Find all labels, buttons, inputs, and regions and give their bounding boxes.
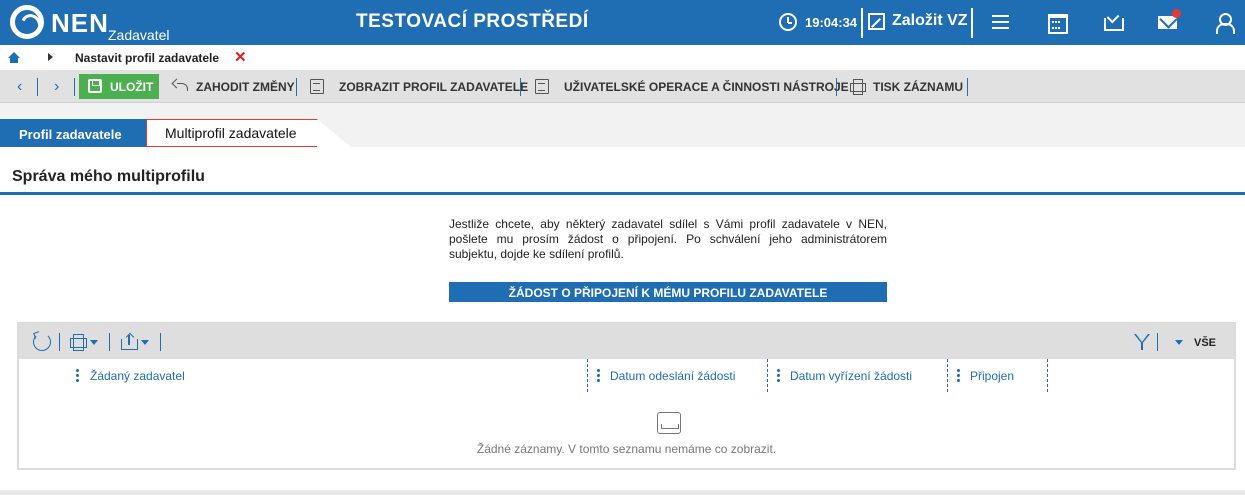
grid-toolbar-divider (160, 333, 161, 351)
toolbar-divider (520, 78, 521, 96)
empty-inbox-icon (657, 412, 681, 434)
clock-icon (779, 13, 797, 31)
home-icon[interactable] (8, 52, 20, 63)
title-divider (0, 192, 1245, 195)
toolbar-divider (74, 78, 75, 96)
save-button[interactable]: ULOŽIT (79, 74, 159, 99)
app-header: NEN Zadavatel TESTOVACÍ PROSTŘEDÍ 19:04:… (0, 0, 1245, 45)
discard-changes-button[interactable]: ZAHODIT ZMĚNY (196, 80, 295, 94)
column-header-connected[interactable]: Připojen (970, 369, 1014, 383)
request-connection-button[interactable]: ŽÁDOST O PŘIPOJENÍ K MÉMU PROFILU ZADAVA… (449, 282, 887, 302)
grid-toolbar-divider (1157, 333, 1158, 351)
multiprofile-panel: Správa mého multiprofilu Jestliže chcete… (0, 147, 1245, 490)
column-divider[interactable] (1047, 359, 1048, 392)
back-arrow-icon[interactable]: ‹ (17, 78, 22, 96)
column-header-requested-authority[interactable]: Žádaný zadavatel (90, 369, 185, 383)
user-icon[interactable] (1212, 10, 1236, 34)
page-title: Správa mého multiprofilu (12, 168, 205, 185)
grid-toolbar: VŠE (19, 324, 1234, 359)
tab-multiprofil-zadavatele[interactable]: Multiprofil zadavatele (146, 119, 318, 147)
grid-toolbar-divider (109, 333, 110, 351)
column-divider[interactable] (587, 359, 588, 392)
edit-icon (868, 13, 885, 30)
filter-all-label[interactable]: VŠE (1194, 337, 1216, 349)
document-icon (310, 79, 324, 94)
inbox-download-icon[interactable] (1100, 10, 1124, 34)
toolbar-divider (296, 78, 297, 96)
filter-dropdown-icon[interactable] (1175, 340, 1183, 345)
environment-title: TESTOVACÍ PROSTŘEDÍ (356, 11, 589, 32)
form-toolbar: ‹ › ULOŽIT ZAHODIT ZMĚNY ZOBRAZIT PROFIL… (0, 70, 1245, 103)
forward-arrow-icon[interactable]: › (54, 78, 59, 96)
toolbar-divider (836, 78, 837, 96)
export-dropdown-icon[interactable] (141, 340, 149, 345)
filter-icon-stem (1141, 343, 1143, 350)
brand-name[interactable]: NEN (51, 8, 109, 39)
menu-icon[interactable] (989, 10, 1013, 34)
toolbar-divider (37, 78, 38, 96)
user-operations-button[interactable]: UŽIVATELSKÉ OPERACE A ČINNOSTI NÁSTROJE (564, 80, 849, 94)
column-header-sent-date[interactable]: Datum odeslání žádosti (610, 369, 735, 383)
column-menu-icon[interactable] (597, 369, 600, 383)
brand-subtitle: Zadavatel (108, 27, 170, 43)
close-tab-icon[interactable]: ✕ (234, 48, 247, 66)
toolbar-divider (967, 78, 968, 96)
calendar-icon[interactable] (1044, 10, 1068, 34)
new-vz-button[interactable]: Založit VZ (868, 12, 968, 30)
tab-bar: Profil zadavatele Multiprofil zadavatele (0, 103, 1245, 147)
nen-logo-icon[interactable] (10, 5, 44, 39)
grid-toolbar-divider (59, 333, 60, 351)
document-icon (535, 79, 549, 94)
column-menu-icon[interactable] (76, 369, 79, 383)
column-menu-icon[interactable] (777, 369, 780, 383)
info-text: Jestliže chcete, aby některý zadavatel s… (449, 217, 887, 261)
refresh-icon[interactable] (33, 333, 51, 351)
requests-grid: VŠE Žádaný zadavatel Datum odeslání žádo… (17, 322, 1236, 470)
undo-icon (172, 79, 188, 94)
mail-icon[interactable] (1156, 9, 1181, 34)
print-dropdown-icon[interactable] (90, 340, 98, 345)
tab-edge (317, 119, 351, 147)
print-icon[interactable] (70, 333, 88, 351)
column-divider[interactable] (947, 359, 948, 392)
breadcrumb: Nastavit profil zadavatele ✕ (0, 45, 1245, 70)
breadcrumb-arrow-icon (48, 53, 53, 61)
save-label: ULOŽIT (110, 80, 154, 94)
column-menu-icon[interactable] (957, 369, 960, 383)
session-time: 19:04:34 (805, 15, 858, 30)
column-header-resolved-date[interactable]: Datum vyřízení žádosti (790, 369, 912, 383)
column-divider[interactable] (767, 359, 768, 392)
tab-profil-zadavatele[interactable]: Profil zadavatele (0, 119, 160, 147)
floppy-icon (88, 79, 102, 93)
page-bottom-bar (0, 490, 1245, 495)
empty-state-text: Žádné záznamy. V tomto seznamu nemáme co… (476, 442, 777, 456)
print-icon (850, 79, 866, 95)
header-divider (861, 8, 863, 38)
export-icon[interactable] (121, 333, 139, 351)
notification-dot (1172, 9, 1181, 18)
breadcrumb-title[interactable]: Nastavit profil zadavatele (75, 51, 219, 65)
print-record-button[interactable]: TISK ZÁZNAMU (873, 80, 963, 94)
show-profile-button[interactable]: ZOBRAZIT PROFIL ZADAVATELE (339, 80, 528, 94)
new-vz-label: Založit VZ (892, 12, 968, 29)
header-divider (971, 8, 973, 38)
